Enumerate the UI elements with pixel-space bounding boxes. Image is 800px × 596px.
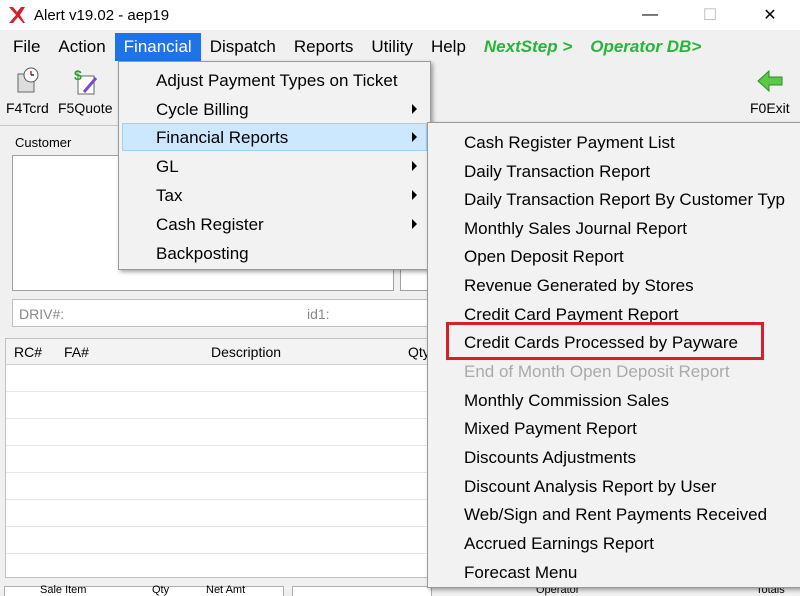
f5-label: F5Quote xyxy=(58,100,113,116)
menu-item-monthly-commission-sales[interactable]: Monthly Commission Sales xyxy=(464,391,669,411)
svg-text:$: $ xyxy=(74,67,82,83)
menu-financial[interactable]: Financial xyxy=(114,33,201,61)
net-amt-label: Net Amt xyxy=(206,584,246,596)
maximize-button[interactable]: ☐ xyxy=(680,0,740,30)
close-button[interactable]: ✕ xyxy=(740,0,800,30)
submenu-arrow-icon xyxy=(412,161,417,171)
menu-item-gl[interactable]: GL xyxy=(122,152,427,180)
driv-field[interactable]: DRIV#: id1: xyxy=(12,299,442,327)
menu-reports[interactable]: Reports xyxy=(285,33,363,61)
menu-item-end-of-month-open-deposit: End of Month Open Deposit Report xyxy=(464,362,730,381)
menu-item-open-deposit-report[interactable]: Open Deposit Report xyxy=(464,247,624,267)
menu-item-adjust-payment-types[interactable]: Adjust Payment Types on Ticket xyxy=(122,66,427,94)
f4-tcrd-button[interactable]: F4Tcrd xyxy=(6,66,49,116)
menu-item-forecast-menu[interactable]: Forecast Menu xyxy=(464,563,577,583)
menu-item-accrued-earnings-report[interactable]: Accrued Earnings Report xyxy=(464,534,654,554)
quote-dollar-icon: $ xyxy=(70,66,100,96)
menu-item-mixed-payment-report[interactable]: Mixed Payment Report xyxy=(464,419,637,439)
menu-nextstep[interactable]: NextStep > xyxy=(475,33,581,61)
menu-operator-db[interactable]: Operator DB> xyxy=(581,33,710,61)
menu-dispatch[interactable]: Dispatch xyxy=(201,33,285,61)
f4-label: F4Tcrd xyxy=(6,100,49,116)
menu-file[interactable]: File xyxy=(4,33,49,61)
menu-item-financial-reports[interactable]: Financial Reports xyxy=(122,123,427,151)
table-row[interactable] xyxy=(6,419,444,446)
highlight-annotation xyxy=(446,322,764,360)
menu-item-tax[interactable]: Tax xyxy=(122,181,427,209)
menu-item-daily-transaction-report[interactable]: Daily Transaction Report xyxy=(464,162,650,182)
title-bar: Alert v19.02 - aep19 — ☐ ✕ xyxy=(0,0,800,30)
col-fa[interactable]: FA# xyxy=(64,344,89,360)
table-row[interactable] xyxy=(6,365,444,392)
id1-label: id1: xyxy=(307,306,330,322)
menu-item-monthly-sales-journal[interactable]: Monthly Sales Journal Report xyxy=(464,219,687,239)
line-items-grid[interactable]: RC# FA# Description Qty xyxy=(5,338,445,578)
menu-item-web-sign-rent-payments[interactable]: Web/Sign and Rent Payments Received xyxy=(464,505,767,525)
submenu-arrow-icon xyxy=(412,104,417,114)
exit-arrow-icon xyxy=(755,66,785,96)
col-description[interactable]: Description xyxy=(211,344,281,360)
qty-label: Qty xyxy=(152,584,170,596)
table-row[interactable] xyxy=(6,473,444,500)
menu-item-discount-analysis-by-user[interactable]: Discount Analysis Report by User xyxy=(464,477,716,497)
grid-header: RC# FA# Description Qty xyxy=(6,339,444,365)
menu-item-cash-register[interactable]: Cash Register xyxy=(122,210,427,238)
table-row[interactable] xyxy=(6,392,444,419)
submenu-arrow-icon xyxy=(412,219,417,229)
minimize-button[interactable]: — xyxy=(620,0,680,30)
menu-bar: File Action Financial Dispatch Reports U… xyxy=(0,33,800,61)
menu-help[interactable]: Help xyxy=(422,33,475,61)
clock-card-icon xyxy=(12,66,42,96)
col-rc[interactable]: RC# xyxy=(14,344,42,360)
menu-item-revenue-by-stores[interactable]: Revenue Generated by Stores xyxy=(464,276,694,296)
menu-item-cash-register-payment-list[interactable]: Cash Register Payment List xyxy=(464,133,675,153)
customer-label: Customer xyxy=(15,135,72,150)
menu-action[interactable]: Action xyxy=(49,33,114,61)
menu-item-discounts-adjustments[interactable]: Discounts Adjustments xyxy=(464,448,636,468)
table-row[interactable] xyxy=(6,500,444,527)
f5-quote-button[interactable]: $ F5Quote xyxy=(58,66,112,116)
f0-exit-button[interactable]: F0Exit xyxy=(750,66,790,116)
driv-label: DRIV#: xyxy=(19,306,65,322)
submenu-arrow-icon xyxy=(412,190,417,200)
app-logo-icon xyxy=(8,6,26,24)
menu-item-backposting[interactable]: Backposting xyxy=(122,239,427,267)
menu-utility[interactable]: Utility xyxy=(362,33,422,61)
menu-item-cycle-billing[interactable]: Cycle Billing xyxy=(122,95,427,123)
window-title: Alert v19.02 - aep19 xyxy=(34,6,170,24)
f0-label: F0Exit xyxy=(750,100,790,116)
sale-item-label: Sale Item xyxy=(40,584,87,596)
table-row[interactable] xyxy=(6,446,444,473)
table-row[interactable] xyxy=(6,527,444,554)
submenu-arrow-icon xyxy=(412,132,417,142)
financial-menu: Adjust Payment Types on Ticket Cycle Bil… xyxy=(118,61,431,270)
menu-item-daily-transaction-by-customer-type[interactable]: Daily Transaction Report By Customer Typ xyxy=(464,190,785,210)
